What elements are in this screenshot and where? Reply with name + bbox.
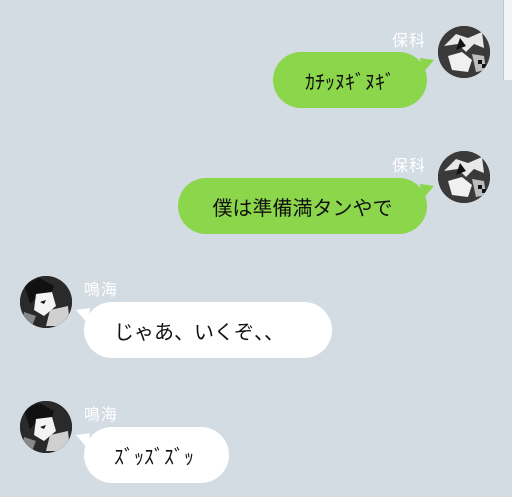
chat-area: 保科 ｶﾁｯﾇｷﾞﾇｷﾞ 保科 僕は準備満タンやで 鳴海 じゃあ、いくぞ、、 鳴… bbox=[0, 0, 512, 497]
bubble-tail bbox=[76, 308, 90, 324]
scrollbar[interactable] bbox=[503, 0, 512, 80]
sender-name: 保科 bbox=[392, 156, 427, 175]
bubble-tail bbox=[76, 433, 90, 449]
bubble-tail bbox=[420, 58, 434, 74]
sender-name: 鳴海 bbox=[84, 405, 119, 424]
manga-character-avatar-icon[interactable] bbox=[20, 401, 72, 453]
message-bubble[interactable]: ｽﾞｯｽﾞｽﾞｯ bbox=[84, 427, 229, 483]
sender-name: 保科 bbox=[392, 31, 427, 50]
bubble-tail bbox=[420, 184, 434, 200]
manga-character-avatar-icon[interactable] bbox=[438, 151, 490, 203]
sender-name: 鳴海 bbox=[84, 280, 119, 299]
manga-character-avatar-icon[interactable] bbox=[20, 276, 72, 328]
message-bubble[interactable]: じゃあ、いくぞ、、 bbox=[84, 302, 332, 358]
manga-character-avatar-icon[interactable] bbox=[438, 26, 490, 78]
message-bubble[interactable]: ｶﾁｯﾇｷﾞﾇｷﾞ bbox=[273, 52, 427, 108]
message-bubble[interactable]: 僕は準備満タンやで bbox=[178, 178, 427, 234]
